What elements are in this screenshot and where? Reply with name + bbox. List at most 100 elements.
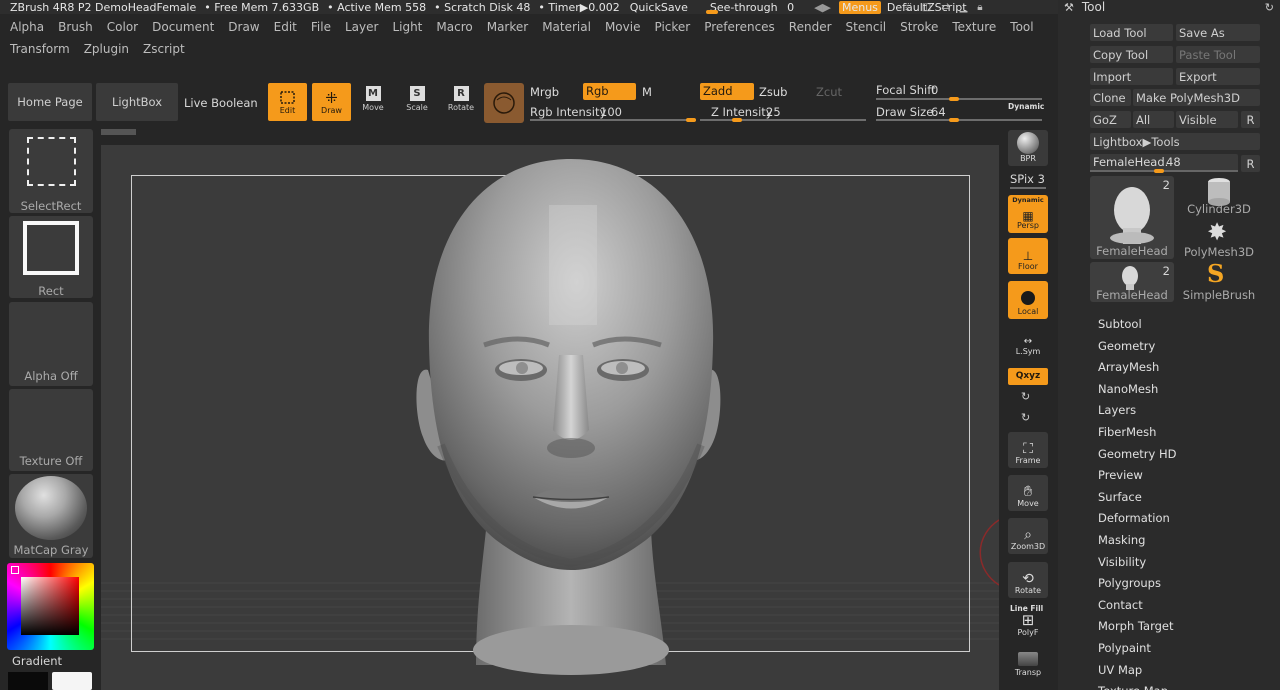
window-drag-icon[interactable]: ⦙⦙⦙ (905, 2, 912, 13)
goz-all-button[interactable]: All (1133, 111, 1174, 128)
spix-slider[interactable] (1010, 187, 1046, 189)
panel-refresh-icon[interactable]: ↻ (1265, 1, 1274, 14)
subpalette-geometry-hd[interactable]: Geometry HD (1098, 444, 1258, 466)
menu-stroke[interactable]: Stroke (900, 20, 938, 34)
focal-shift-knob[interactable] (949, 97, 959, 101)
seethrough-arrows-icon[interactable]: ◀▶ (814, 1, 831, 14)
xyz-button[interactable]: Qxyz (1008, 368, 1048, 385)
subpalette-arraymesh[interactable]: ArrayMesh (1098, 357, 1258, 379)
subpalette-morph-target[interactable]: Morph Target (1098, 616, 1258, 638)
subpalette-fibermesh[interactable]: FiberMesh (1098, 422, 1258, 444)
subpalette-geometry[interactable]: Geometry (1098, 336, 1258, 358)
female-head-model[interactable] (101, 145, 999, 690)
subpalette-subtool[interactable]: Subtool (1098, 314, 1258, 336)
layout-icon[interactable]: ◫ (922, 2, 931, 13)
secondary-color-swatch[interactable] (8, 672, 48, 690)
zoom3d-button[interactable]: ⌕ Zoom3D (1008, 518, 1048, 554)
quicksave-button[interactable]: QuickSave (630, 1, 688, 14)
zsub-button[interactable]: Zsub (759, 85, 787, 99)
tool-thumb-polymesh3d[interactable]: ✸ PolyMesh3D (1177, 219, 1261, 259)
edit-button[interactable]: Edit (268, 83, 307, 121)
move-view-button[interactable]: ✋︎ Move (1008, 475, 1048, 511)
save-as-button[interactable]: Save As (1176, 24, 1260, 41)
subpalette-nanomesh[interactable]: NanoMesh (1098, 379, 1258, 401)
menu-file[interactable]: File (311, 20, 331, 34)
dynamic-toggle[interactable]: Dynamic (1008, 102, 1044, 111)
z-intensity-slider[interactable] (700, 119, 866, 121)
mrgb-button[interactable]: Mrgb (530, 85, 559, 99)
transp-button[interactable]: Transp (1008, 652, 1048, 682)
tool-thumb-simplebrush[interactable]: S SimpleBrush (1177, 260, 1261, 303)
menu-layer[interactable]: Layer (345, 20, 378, 34)
make-polymesh-button[interactable]: Make PolyMesh3D (1133, 89, 1260, 106)
goz-button[interactable]: GoZ (1090, 111, 1131, 128)
swap-icon[interactable]: ⇄ (941, 2, 949, 13)
z-intensity-knob[interactable] (731, 118, 742, 122)
polyf-button[interactable]: ⊞ PolyF (1008, 612, 1048, 640)
lock-icon[interactable]: 🔒︎ (977, 2, 982, 13)
matcap-button[interactable]: MatCap Gray (9, 474, 93, 558)
tool-thumb-femalehead-2[interactable]: 2 FemaleHead (1090, 262, 1174, 302)
live-boolean-button[interactable]: Live Boolean (184, 96, 258, 110)
menu-preferences[interactable]: Preferences (704, 20, 775, 34)
draw-size-knob[interactable] (949, 118, 959, 122)
export-button[interactable]: Export (1176, 68, 1260, 85)
menu-zscript[interactable]: Zscript (143, 42, 185, 56)
rgb-intensity-slider[interactable] (530, 119, 696, 121)
local-button[interactable]: Local (1008, 281, 1048, 319)
rgb-button[interactable]: Rgb (583, 83, 636, 100)
tool-panel-header[interactable]: ⚒ Tool ↻ (1064, 0, 1274, 14)
subpalette-visibility[interactable]: Visibility (1098, 552, 1258, 574)
menu-picker[interactable]: Picker (654, 20, 690, 34)
selectrect-button[interactable]: SelectRect (9, 129, 93, 213)
femalehead-r-button[interactable]: R (1241, 155, 1260, 172)
goz-r-button[interactable]: R (1241, 111, 1260, 128)
subpalette-texture-map[interactable]: Texture Map (1098, 681, 1258, 690)
menu-material[interactable]: Material (542, 20, 591, 34)
m-button[interactable]: M (642, 85, 652, 99)
menu-alpha[interactable]: Alpha (10, 20, 44, 34)
menu-color[interactable]: Color (107, 20, 138, 34)
home-page-button[interactable]: Home Page (8, 83, 92, 121)
seethrough-slider[interactable]: See-through 0 (705, 1, 802, 14)
rotate-view-button[interactable]: ⟲ Rotate (1008, 562, 1048, 598)
spix-label[interactable]: SPix 3 (1010, 172, 1045, 186)
rect-button[interactable]: Rect (9, 216, 93, 298)
subpalette-polygroups[interactable]: Polygroups (1098, 573, 1258, 595)
rgb-intensity-knob[interactable] (686, 118, 696, 122)
subpalette-preview[interactable]: Preview (1098, 465, 1258, 487)
menu-movie[interactable]: Movie (605, 20, 641, 34)
zadd-button[interactable]: Zadd (700, 83, 754, 100)
femalehead-slider[interactable]: FemaleHead. 48 (1090, 154, 1238, 173)
lsym-button[interactable]: ↔ L.Sym (1008, 337, 1048, 359)
menu-draw[interactable]: Draw (228, 20, 259, 34)
texture-off-button[interactable]: Texture Off (9, 389, 93, 471)
zcut-button[interactable]: Zcut (816, 85, 842, 99)
subpalette-contact[interactable]: Contact (1098, 595, 1258, 617)
menu-zplugin[interactable]: Zplugin (84, 42, 129, 56)
focal-shift-slider[interactable] (876, 98, 1042, 100)
color-picker-square[interactable] (21, 577, 79, 635)
menu-texture[interactable]: Texture (952, 20, 996, 34)
color-picker[interactable] (7, 563, 94, 650)
menu-marker[interactable]: Marker (487, 20, 528, 34)
subpalette-masking[interactable]: Masking (1098, 530, 1258, 552)
alpha-off-button[interactable]: Alpha Off (9, 302, 93, 386)
subpalette-uv-map[interactable]: UV Map (1098, 660, 1258, 682)
draw-button[interactable]: ⁜ Draw (312, 83, 351, 121)
menu-transform[interactable]: Transform (10, 42, 70, 56)
menu-document[interactable]: Document (152, 20, 214, 34)
goz-visible-button[interactable]: Visible (1176, 111, 1238, 128)
draw-size-slider[interactable] (876, 119, 1042, 121)
tool-thumb-femalehead[interactable]: 2 FemaleHead (1090, 176, 1174, 259)
lightbox-tools-button[interactable]: Lightbox▶Tools (1090, 133, 1260, 150)
menu-edit[interactable]: Edit (274, 20, 297, 34)
scale-button[interactable]: S Scale (402, 86, 432, 120)
move-button[interactable]: M Move (358, 86, 388, 120)
left-shelf-scroll[interactable] (101, 129, 136, 135)
import-button[interactable]: Import (1090, 68, 1173, 85)
rotate-z-icon[interactable]: ↻ (1021, 411, 1030, 424)
floor-button[interactable]: ⊥ Floor (1008, 238, 1048, 274)
persp-button[interactable]: Dynamic ▦ Persp (1008, 195, 1048, 233)
load-tool-button[interactable]: Load Tool (1090, 24, 1173, 41)
